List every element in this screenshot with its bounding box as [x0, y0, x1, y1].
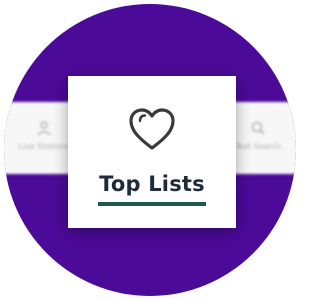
- nav-item-right[interactable]: Text Search: [228, 120, 288, 151]
- nav-item-left[interactable]: Live Stations: [14, 120, 74, 151]
- active-tab-indicator: [98, 202, 206, 206]
- screenshot-stage: Live Stations Text Search Top Lists: [0, 0, 300, 300]
- person-icon: [37, 121, 51, 136]
- nav-item-left-label: Live Stations: [18, 142, 70, 151]
- nav-item-top-lists[interactable]: Top Lists: [68, 76, 236, 228]
- purple-circle-frame: Live Stations Text Search Top Lists: [4, 4, 296, 296]
- search-icon: [251, 121, 265, 135]
- heart-icon: [129, 108, 175, 150]
- nav-item-top-lists-label: Top Lists: [99, 172, 205, 196]
- nav-item-right-label: Text Search: [234, 142, 282, 151]
